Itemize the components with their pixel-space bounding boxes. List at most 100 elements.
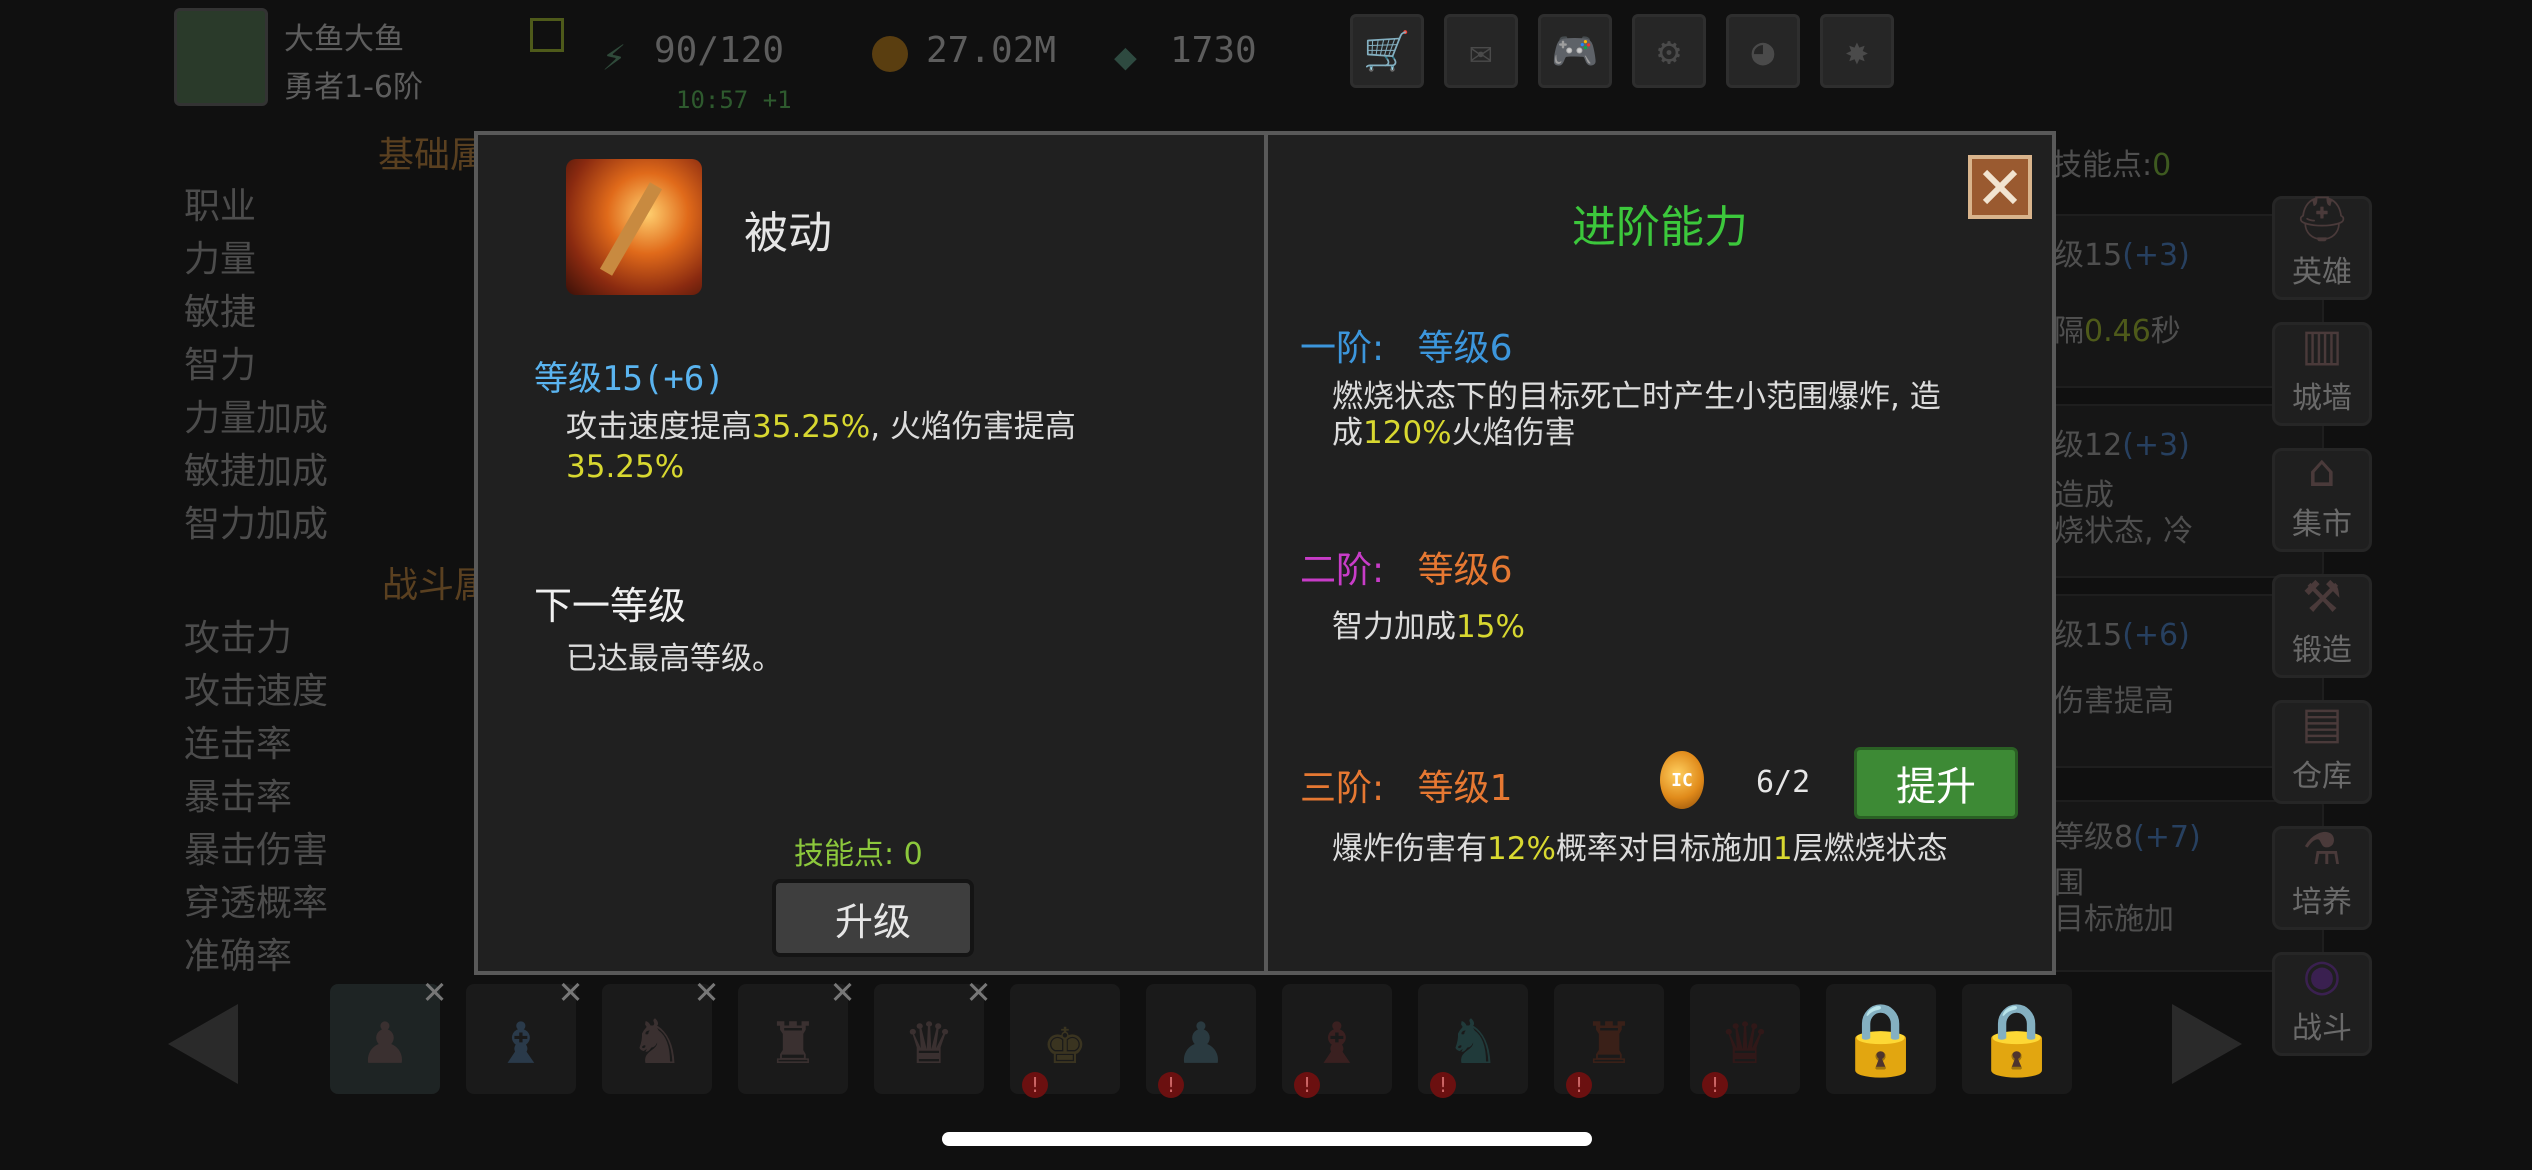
settings-gear-icon[interactable]: ⚙ bbox=[1632, 14, 1706, 88]
tier1-desc-text: 燃烧状态下的目标死亡时产生小范围爆炸, 造 bbox=[1332, 379, 1941, 415]
skill-points-label: 技能点: bbox=[794, 837, 904, 872]
side-menu-label: 英雄 bbox=[2292, 255, 2352, 290]
side-menu-label: 仓库 bbox=[2292, 759, 2352, 794]
prev-arrow-icon[interactable] bbox=[168, 1004, 238, 1084]
stat-label: 智力加成 bbox=[184, 504, 329, 545]
hero-slot[interactable]: ♟ ✕ bbox=[330, 968, 446, 1094]
side-menu-battle[interactable]: ◉ 战斗 bbox=[2272, 950, 2372, 1056]
lock-icon: 🔒 bbox=[1962, 984, 2072, 1094]
side-menu-hero[interactable]: ⛑ 英雄 bbox=[2272, 194, 2372, 300]
tier3-cost: 6/2 bbox=[1756, 765, 1811, 800]
side-menu-label: 城墙 bbox=[2292, 381, 2352, 416]
tier3-upgrade-button[interactable]: 提升 bbox=[1854, 747, 2018, 819]
tier1-desc-text: 成 bbox=[1332, 415, 1363, 451]
hero-slot[interactable]: ♟! bbox=[1146, 984, 1256, 1098]
edit-icon[interactable] bbox=[530, 18, 564, 52]
battle-stats-list: 攻击力 攻击速度 连击率 暴击率 暴击伤害 穿透概率 准确率 bbox=[184, 612, 328, 983]
player-rank: 勇者1-6阶 bbox=[284, 70, 423, 105]
tier3-desc-text: 层燃烧状态 bbox=[1792, 831, 1948, 867]
tier1-desc-text: 火焰伤害 bbox=[1451, 415, 1576, 451]
next-level-text: 已达最高等级。 bbox=[566, 641, 783, 677]
desc-text: , 火焰伤害提高 bbox=[870, 409, 1076, 445]
stat-label: 穿透概率 bbox=[184, 883, 329, 924]
tier3-header: 三阶: 等级1 bbox=[1300, 759, 1513, 811]
market-stall-icon: ⌂ bbox=[2308, 446, 2336, 497]
skill-description: 攻击速度提高35.25%, 火焰伤害提高 35.25% bbox=[566, 407, 1206, 487]
card-desc: 隔 bbox=[2054, 314, 2084, 349]
advanced-ability-panel: 进阶能力 一阶: 等级6 燃烧状态下的目标死亡时产生小范围爆炸, 造 成120%… bbox=[1264, 131, 2056, 975]
warning-icon: ! bbox=[1702, 1072, 1728, 1098]
side-menu-storage[interactable]: ▤ 仓库 bbox=[2272, 698, 2372, 804]
hero-slot[interactable]: ♚! bbox=[1010, 984, 1120, 1098]
gem-value: 1730 bbox=[1170, 30, 1257, 71]
home-indicator[interactable] bbox=[942, 1132, 1592, 1146]
card-desc: 烧状态, 冷 bbox=[2054, 514, 2194, 549]
tier2-label: 二阶: bbox=[1300, 550, 1385, 591]
stat-label: 敏捷加成 bbox=[184, 451, 329, 492]
wheel-icon[interactable]: ◕ bbox=[1726, 14, 1800, 88]
close-icon[interactable]: ✕ bbox=[423, 968, 446, 1012]
tier3-label: 三阶: bbox=[1300, 768, 1385, 809]
tier2-description: 智力加成15% bbox=[1332, 601, 1525, 646]
side-menu-forge[interactable]: ⚒ 锻造 bbox=[2272, 572, 2372, 678]
warning-icon: ! bbox=[1566, 1072, 1592, 1098]
card-bonus: (+6) bbox=[2122, 618, 2190, 653]
stat-label: 连击率 bbox=[184, 724, 293, 765]
energy-value: 90/120 bbox=[654, 30, 785, 71]
card-value: 0.46 bbox=[2084, 314, 2151, 349]
stat-label: 智力 bbox=[184, 345, 257, 386]
gold-coin-icon bbox=[872, 36, 908, 72]
side-menu-train[interactable]: ⚗ 培养 bbox=[2272, 824, 2372, 930]
gem-icon: ◆ bbox=[1114, 34, 1137, 78]
gamepad-icon[interactable]: 🎮 bbox=[1538, 14, 1612, 88]
stat-label: 力量 bbox=[184, 239, 257, 280]
card-bonus: (+7) bbox=[2133, 820, 2201, 855]
tier1-desc-value: 120% bbox=[1363, 415, 1452, 451]
stat-label: 力量加成 bbox=[184, 398, 329, 439]
stat-label: 敏捷 bbox=[184, 292, 257, 333]
tier2-desc-value: 15% bbox=[1456, 609, 1525, 645]
side-menu-wall[interactable]: ▥ 城墙 bbox=[2272, 320, 2372, 426]
hero-slot[interactable]: ♝ ✕ bbox=[466, 968, 582, 1094]
warning-icon: ! bbox=[1294, 1072, 1320, 1098]
side-menu-label: 战斗 bbox=[2292, 1011, 2352, 1046]
player-avatar[interactable] bbox=[174, 8, 268, 106]
event-icon[interactable]: ✸ bbox=[1820, 14, 1894, 88]
gold-value: 27.02M bbox=[926, 30, 1057, 71]
next-arrow-icon[interactable] bbox=[2172, 1004, 2242, 1084]
tier3-level: 等级1 bbox=[1417, 768, 1513, 809]
tier1-description: 燃烧状态下的目标死亡时产生小范围爆炸, 造 成120%火焰伤害 bbox=[1332, 379, 2032, 451]
tier3-desc-value: 1 bbox=[1772, 831, 1793, 867]
hero-slot[interactable]: ♝! bbox=[1282, 984, 1392, 1098]
hero-slot[interactable]: ♞ ✕ bbox=[602, 968, 718, 1094]
side-menu-market[interactable]: ⌂ 集市 bbox=[2272, 446, 2372, 552]
bg-skill-points-value: 0 bbox=[2152, 148, 2172, 183]
hero-slot[interactable]: ♜! bbox=[1554, 984, 1664, 1098]
hero-slot[interactable]: ♞! bbox=[1418, 984, 1528, 1098]
tier1-level: 等级6 bbox=[1417, 328, 1513, 369]
tier3-material-icon: IC bbox=[1660, 751, 1704, 809]
lock-icon: 🔒 bbox=[1826, 984, 1936, 1094]
stat-label: 攻击速度 bbox=[184, 671, 329, 712]
card-desc: 目标施加 bbox=[2054, 902, 2174, 937]
hero-slot[interactable]: ♛ ✕ bbox=[874, 968, 990, 1094]
helmet-icon: ⛑ bbox=[2294, 194, 2350, 245]
card-desc: 伤害提高 bbox=[2054, 684, 2174, 719]
bg-skill-points-label: 技能点: bbox=[2052, 148, 2153, 183]
tier3-desc-text: 概率对目标施加 bbox=[1555, 831, 1773, 867]
upgrade-button[interactable]: 升级 bbox=[772, 879, 974, 957]
stat-label: 职业 bbox=[184, 186, 257, 227]
side-menu-label: 培养 bbox=[2292, 885, 2352, 920]
section-basic-title: 基础属 bbox=[378, 135, 487, 176]
close-button[interactable] bbox=[1968, 155, 2032, 219]
tier3-desc-text: 爆炸伤害有 bbox=[1332, 831, 1487, 867]
skill-points: 技能点: 0 bbox=[794, 829, 923, 873]
bg-skill-points: 技能点:0 bbox=[2052, 140, 2171, 184]
desc-value: 35.25% bbox=[752, 409, 871, 445]
hero-slot[interactable]: ♜ ✕ bbox=[738, 968, 854, 1094]
shop-cart-icon[interactable]: 🛒 bbox=[1350, 14, 1424, 88]
hero-slot[interactable]: ♛! bbox=[1690, 984, 1800, 1098]
energy-timer: 10:57 +1 bbox=[676, 86, 792, 114]
mail-icon[interactable]: ✉ bbox=[1444, 14, 1518, 88]
side-menu-label: 集市 bbox=[2292, 507, 2352, 542]
